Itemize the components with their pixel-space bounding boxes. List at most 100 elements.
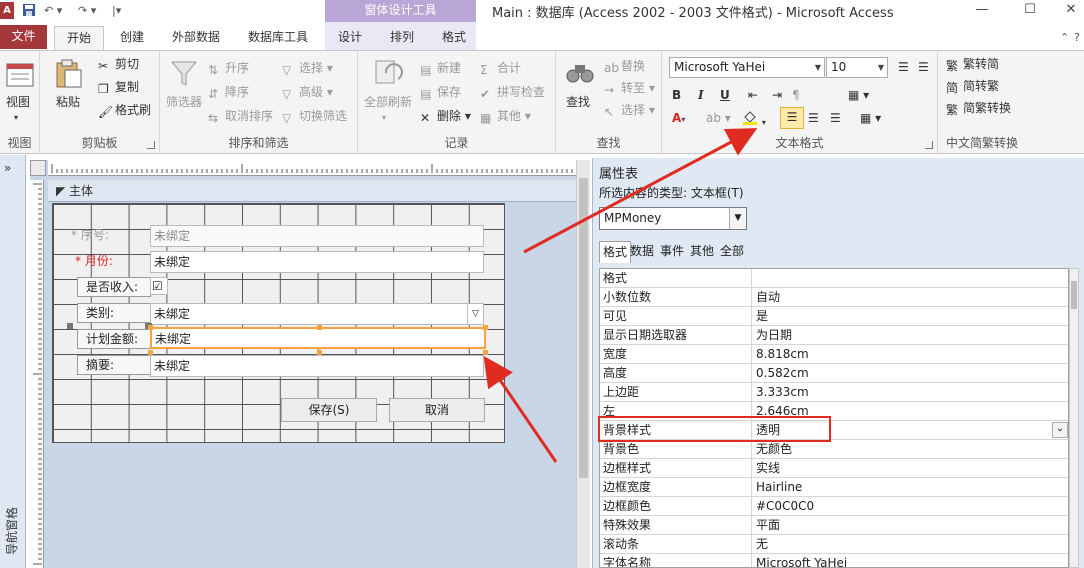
view-icon[interactable]: [4, 59, 36, 91]
align-left-icon[interactable]: ☰: [780, 107, 804, 129]
select-button[interactable]: ↖ 选择 ▾: [604, 101, 655, 119]
tab-create[interactable]: 创建: [112, 26, 152, 50]
gridlines-icon[interactable]: ▦ ▾: [860, 109, 881, 127]
property-value[interactable]: 是: [756, 307, 1056, 326]
toggle-filter-button[interactable]: ▽ 切换筛选: [282, 107, 347, 125]
property-value[interactable]: 无: [756, 535, 1056, 554]
property-row[interactable]: 高度 0.582cm: [600, 364, 1068, 383]
property-scrollbar[interactable]: [1069, 268, 1079, 568]
control-dropdown-icon[interactable]: ▼: [729, 208, 746, 229]
property-row[interactable]: 格式: [600, 269, 1068, 288]
planned-amount-textbox[interactable]: 未绑定: [150, 327, 486, 349]
find-button[interactable]: 查找: [566, 93, 590, 111]
field-input-id[interactable]: 未绑定: [150, 225, 484, 247]
field-label-is-income[interactable]: 是否收入:: [77, 277, 151, 297]
move-handle[interactable]: [67, 323, 73, 329]
increase-indent-icon[interactable]: ⇥: [772, 86, 782, 104]
refresh-dropdown-icon[interactable]: ▾: [382, 109, 386, 127]
cancel-button[interactable]: 取消: [389, 398, 485, 422]
paste-button[interactable]: 粘贴: [56, 93, 80, 111]
tab-event[interactable]: 事件: [657, 241, 687, 263]
scrollbar-thumb[interactable]: [1071, 281, 1077, 309]
tab-data[interactable]: 数据: [627, 241, 657, 263]
font-name-combo[interactable]: Microsoft YaHei ▼: [669, 57, 825, 78]
property-value[interactable]: 自动: [756, 288, 1056, 307]
clipboard-launcher-icon[interactable]: [147, 141, 155, 149]
tab-all[interactable]: 全部: [717, 241, 747, 263]
field-input-month[interactable]: 未绑定: [150, 251, 484, 273]
property-row[interactable]: 滚动条无: [600, 535, 1068, 554]
size-dropdown-icon[interactable]: ▼: [878, 58, 884, 77]
goto-button[interactable]: → 转至 ▾: [604, 79, 655, 97]
delete-record-button[interactable]: ✕ 删除 ▾: [420, 107, 471, 125]
control-selector[interactable]: MPMoney ▼: [599, 207, 747, 230]
view-dropdown-icon[interactable]: ▾: [14, 109, 18, 127]
convert-button[interactable]: 繁简繁转换: [946, 99, 1011, 117]
clear-sort-button[interactable]: ⇆ 取消排序: [208, 107, 273, 125]
more-button[interactable]: ▦ 其他 ▾: [480, 107, 531, 125]
italic-button[interactable]: I: [698, 86, 704, 104]
field-label-month[interactable]: * 月份:: [71, 252, 151, 272]
ruler-corner[interactable]: [30, 160, 46, 176]
refresh-all-button[interactable]: 全部刷新: [364, 93, 412, 111]
numbering-icon[interactable]: ☰: [918, 58, 929, 76]
refresh-all-icon[interactable]: [372, 57, 404, 89]
binoculars-icon[interactable]: [564, 57, 596, 89]
field-input-summary[interactable]: 未绑定: [150, 355, 484, 377]
expand-nav-icon[interactable]: »: [4, 161, 11, 175]
property-value[interactable]: 平面: [756, 516, 1056, 535]
property-row[interactable]: 字体名称 Microsoft YaHei: [600, 554, 1068, 567]
property-row[interactable]: 显示日期选取器 为日期: [600, 326, 1068, 345]
spelling-button[interactable]: ✔ 拼写检查: [480, 83, 545, 101]
property-value[interactable]: 8.818cm: [756, 345, 1056, 364]
cut-button[interactable]: ✂ 剪切: [98, 55, 139, 73]
redo-icon[interactable]: ↷ ▾: [78, 3, 96, 19]
field-label-category[interactable]: 类别:: [77, 303, 151, 323]
ltr-icon[interactable]: ¶: [792, 86, 800, 104]
tab-arrange[interactable]: 排列: [382, 26, 422, 50]
selection-filter-button[interactable]: ▽ 选择 ▾: [282, 59, 333, 77]
category-dropdown-icon[interactable]: ▽: [467, 304, 483, 324]
category-combo[interactable]: 未绑定 ▽: [150, 303, 484, 325]
form-design-surface[interactable]: ◤ 主体 * 序号: 未绑定 * 月份: 未绑定 是否收入: ☑ 类别: 未绑定…: [30, 160, 578, 568]
property-row[interactable]: 可见是: [600, 307, 1068, 326]
property-value[interactable]: 3.333cm: [756, 383, 1056, 402]
property-value[interactable]: #C0C0C0: [756, 497, 1056, 516]
save-button[interactable]: 保存(S): [281, 398, 377, 422]
tab-design[interactable]: 设计: [330, 26, 370, 50]
property-row[interactable]: 边框颜色 #C0C0C0: [600, 497, 1068, 516]
advanced-filter-button[interactable]: ▽ 高级 ▾: [282, 83, 333, 101]
fill-color-icon[interactable]: ▾: [742, 109, 766, 132]
resize-handle[interactable]: [148, 325, 153, 330]
bullets-icon[interactable]: ☰: [898, 58, 909, 76]
form-grid[interactable]: * 序号: 未绑定 * 月份: 未绑定 是否收入: ☑ 类别: 未绑定 ▽ 计划…: [52, 203, 505, 443]
t2s-button[interactable]: 繁繁转简: [946, 55, 999, 73]
property-value[interactable]: 为日期: [756, 326, 1056, 345]
property-row[interactable]: 边框样式 实线: [600, 459, 1068, 478]
text-format-launcher-icon[interactable]: [925, 141, 933, 149]
sort-ascending-button[interactable]: ⇅ 升序: [208, 59, 249, 77]
detail-section-bar[interactable]: ◤ 主体: [48, 180, 578, 202]
font-size-combo[interactable]: 10 ▼: [826, 57, 888, 78]
format-painter-button[interactable]: 🖌 格式刷: [98, 101, 151, 119]
property-value[interactable]: Hairline: [756, 478, 1056, 497]
close-button[interactable]: ✕: [1058, 0, 1084, 22]
scrollbar-thumb[interactable]: [579, 178, 588, 478]
bold-button[interactable]: B: [672, 86, 681, 104]
totals-button[interactable]: Σ 合计: [480, 59, 521, 77]
alternate-row-color-icon[interactable]: ▦ ▾: [848, 86, 869, 104]
copy-button[interactable]: ❐ 复制: [98, 78, 139, 96]
filter-icon[interactable]: [168, 57, 200, 89]
decrease-indent-icon[interactable]: ⇤: [748, 86, 758, 104]
tab-external-data[interactable]: 外部数据: [164, 26, 228, 50]
property-row[interactable]: 背景色 无颜色: [600, 440, 1068, 459]
underline-button[interactable]: U: [720, 86, 730, 104]
resize-handle[interactable]: [483, 325, 488, 330]
property-value[interactable]: 无颜色: [756, 440, 1056, 459]
customize-qat-icon[interactable]: |▾: [112, 3, 121, 19]
tab-file[interactable]: 文件: [0, 25, 47, 49]
align-center-icon[interactable]: ☰: [808, 109, 819, 127]
tab-format[interactable]: 格式: [434, 26, 474, 50]
replace-button[interactable]: ab 替换: [604, 57, 645, 75]
navigation-pane[interactable]: » 导航窗格: [0, 155, 26, 568]
